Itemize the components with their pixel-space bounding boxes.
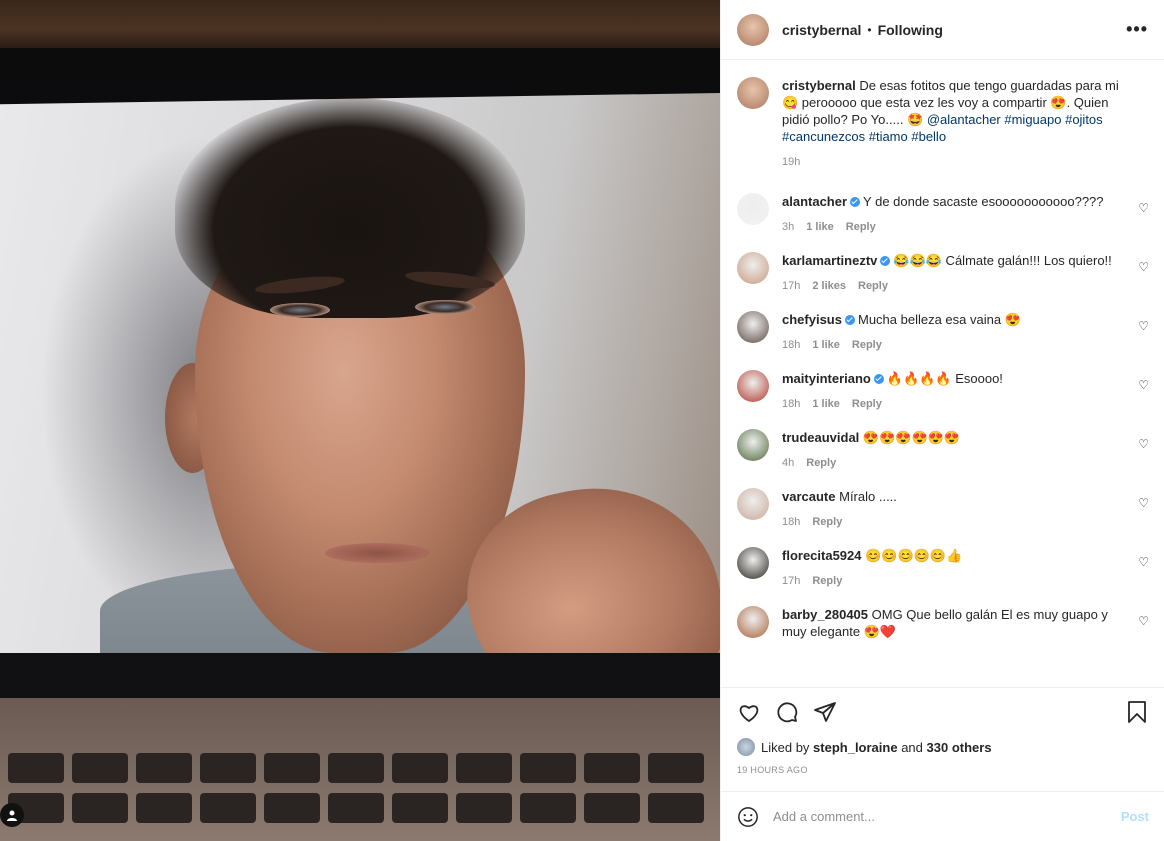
- comment-item: karlamartineztv 😂😂😂 Cálmate galán!!! Los …: [737, 252, 1149, 295]
- share-icon[interactable]: [813, 700, 837, 724]
- comment-item: alantacher Y de donde sacaste esooooooooo…: [737, 193, 1149, 236]
- reply-button[interactable]: Reply: [806, 455, 836, 472]
- comment-time[interactable]: 17h: [782, 278, 800, 295]
- caption-time[interactable]: 19h: [782, 154, 800, 171]
- comment-time[interactable]: 18h: [782, 514, 800, 531]
- comment-like-heart-icon[interactable]: ♡: [1138, 614, 1149, 628]
- commenter-username[interactable]: maityinteriano: [782, 371, 871, 386]
- comment-icon[interactable]: [775, 700, 799, 724]
- caption: cristybernal De esas fotitos que tengo g…: [737, 77, 1149, 171]
- laptop-keyboard: [0, 698, 720, 841]
- comment-item: florecita5924 😊😊😊😊😊👍 17h Reply ♡: [737, 547, 1149, 590]
- post-actions: Liked by steph_loraine and 330 others 19…: [721, 687, 1164, 775]
- comment-likes[interactable]: 1 like: [812, 337, 840, 354]
- comment-item: maityinteriano 🔥🔥🔥🔥 Esoooo! 18h 1 like Reply…: [737, 370, 1149, 413]
- comment-item: trudeauvidal 😍😍😍😍😍😍 4h Reply ♡: [737, 429, 1149, 472]
- comment-like-heart-icon[interactable]: ♡: [1138, 496, 1149, 510]
- bookmark-icon[interactable]: [1125, 700, 1149, 724]
- commenter-avatar[interactable]: [737, 370, 769, 402]
- photo-background-shelf: [0, 0, 720, 48]
- liked-by-others[interactable]: 330 others: [927, 740, 992, 755]
- comment-like-heart-icon[interactable]: ♡: [1138, 201, 1149, 215]
- commenter-username[interactable]: varcaute: [782, 489, 835, 504]
- comment-like-heart-icon[interactable]: ♡: [1138, 437, 1149, 451]
- verified-badge-icon: [844, 314, 855, 325]
- commenter-username[interactable]: barby_280405: [782, 607, 868, 622]
- comment-time[interactable]: 18h: [782, 337, 800, 354]
- comment-text: Y de donde sacaste esooooooooooo????: [863, 194, 1104, 209]
- liked-by-user[interactable]: steph_loraine: [813, 740, 898, 755]
- add-comment-bar: Post: [721, 791, 1164, 841]
- comment-input[interactable]: [773, 809, 1121, 824]
- caption-username[interactable]: cristybernal: [782, 78, 856, 93]
- more-options-icon[interactable]: •••: [1126, 19, 1148, 40]
- commenter-avatar[interactable]: [737, 252, 769, 284]
- comment-time[interactable]: 4h: [782, 455, 794, 472]
- commenter-username[interactable]: alantacher: [782, 194, 847, 209]
- comment-likes[interactable]: 1 like: [806, 219, 834, 236]
- comment-likes[interactable]: 2 likes: [812, 278, 846, 295]
- reply-button[interactable]: Reply: [812, 514, 842, 531]
- commenter-avatar[interactable]: [737, 311, 769, 343]
- comment-like-heart-icon[interactable]: ♡: [1138, 378, 1149, 392]
- comment-time[interactable]: 18h: [782, 396, 800, 413]
- comment-text: 🔥🔥🔥🔥 Esoooo!: [886, 371, 1003, 386]
- post-photo[interactable]: [0, 0, 720, 841]
- reply-button[interactable]: Reply: [858, 278, 888, 295]
- comment-time[interactable]: 3h: [782, 219, 794, 236]
- author-username[interactable]: cristybernal: [782, 22, 861, 38]
- separator-dot: •: [867, 22, 872, 37]
- commenter-avatar[interactable]: [737, 488, 769, 520]
- comment-likes[interactable]: 1 like: [812, 396, 840, 413]
- comment-like-heart-icon[interactable]: ♡: [1138, 555, 1149, 569]
- commenter-username[interactable]: florecita5924: [782, 548, 862, 563]
- commenter-avatar[interactable]: [737, 547, 769, 579]
- comment-item: varcaute Míralo ..... 18h Reply ♡: [737, 488, 1149, 531]
- following-button[interactable]: Following: [878, 22, 943, 38]
- comment-text: Míralo .....: [839, 489, 897, 504]
- caption-avatar[interactable]: [737, 77, 769, 109]
- post-details-panel: cristybernal • Following ••• cristyberna…: [720, 0, 1164, 841]
- left-eye: [270, 303, 330, 317]
- liked-by-prefix: Liked by: [761, 739, 810, 755]
- comment-time[interactable]: 17h: [782, 573, 800, 590]
- comment-text: 😍😍😍😍😍😍: [862, 430, 961, 445]
- post-header: cristybernal • Following •••: [721, 0, 1164, 60]
- liked-by-and: and: [901, 739, 923, 755]
- comment-like-heart-icon[interactable]: ♡: [1138, 319, 1149, 333]
- commenter-avatar[interactable]: [737, 606, 769, 638]
- comment-item: chefyisus Mucha belleza esa vaina 😍 18h 1 l…: [737, 311, 1149, 354]
- commenter-username[interactable]: chefyisus: [782, 312, 842, 327]
- laptop-screen: [0, 93, 720, 653]
- user-tag-icon[interactable]: [0, 803, 24, 827]
- comment-like-heart-icon[interactable]: ♡: [1138, 260, 1149, 274]
- commenter-avatar[interactable]: [737, 193, 769, 225]
- mouth: [325, 543, 430, 563]
- heart-icon[interactable]: [737, 700, 761, 724]
- reply-button[interactable]: Reply: [852, 396, 882, 413]
- reply-button[interactable]: Reply: [846, 219, 876, 236]
- liker-avatar[interactable]: [737, 738, 755, 756]
- reply-button[interactable]: Reply: [812, 573, 842, 590]
- commenter-username[interactable]: karlamartineztv: [782, 253, 877, 268]
- comments-list[interactable]: cristybernal De esas fotitos que tengo g…: [721, 61, 1164, 687]
- commenter-username[interactable]: trudeauvidal: [782, 430, 859, 445]
- verified-badge-icon: [880, 255, 891, 266]
- smile-icon[interactable]: [737, 806, 759, 828]
- comment-text: 😂😂😂 Cálmate galán!!! Los quiero!!: [893, 253, 1112, 268]
- author-avatar[interactable]: [737, 13, 769, 46]
- comment-text: 😊😊😊😊😊👍: [865, 548, 963, 563]
- right-eye: [415, 300, 475, 314]
- reply-button[interactable]: Reply: [852, 337, 882, 354]
- post-timestamp[interactable]: 19 HOURS AGO: [737, 765, 1149, 775]
- commenter-avatar[interactable]: [737, 429, 769, 461]
- post-button[interactable]: Post: [1121, 809, 1149, 824]
- comment-text: Mucha belleza esa vaina 😍: [857, 312, 1021, 327]
- verified-badge-icon: [850, 196, 861, 207]
- likes-summary[interactable]: Liked by steph_loraine and 330 others: [737, 738, 1149, 756]
- comment-item: barby_280405 OMG Que bello galán El es m…: [737, 606, 1149, 640]
- verified-badge-icon: [873, 373, 884, 384]
